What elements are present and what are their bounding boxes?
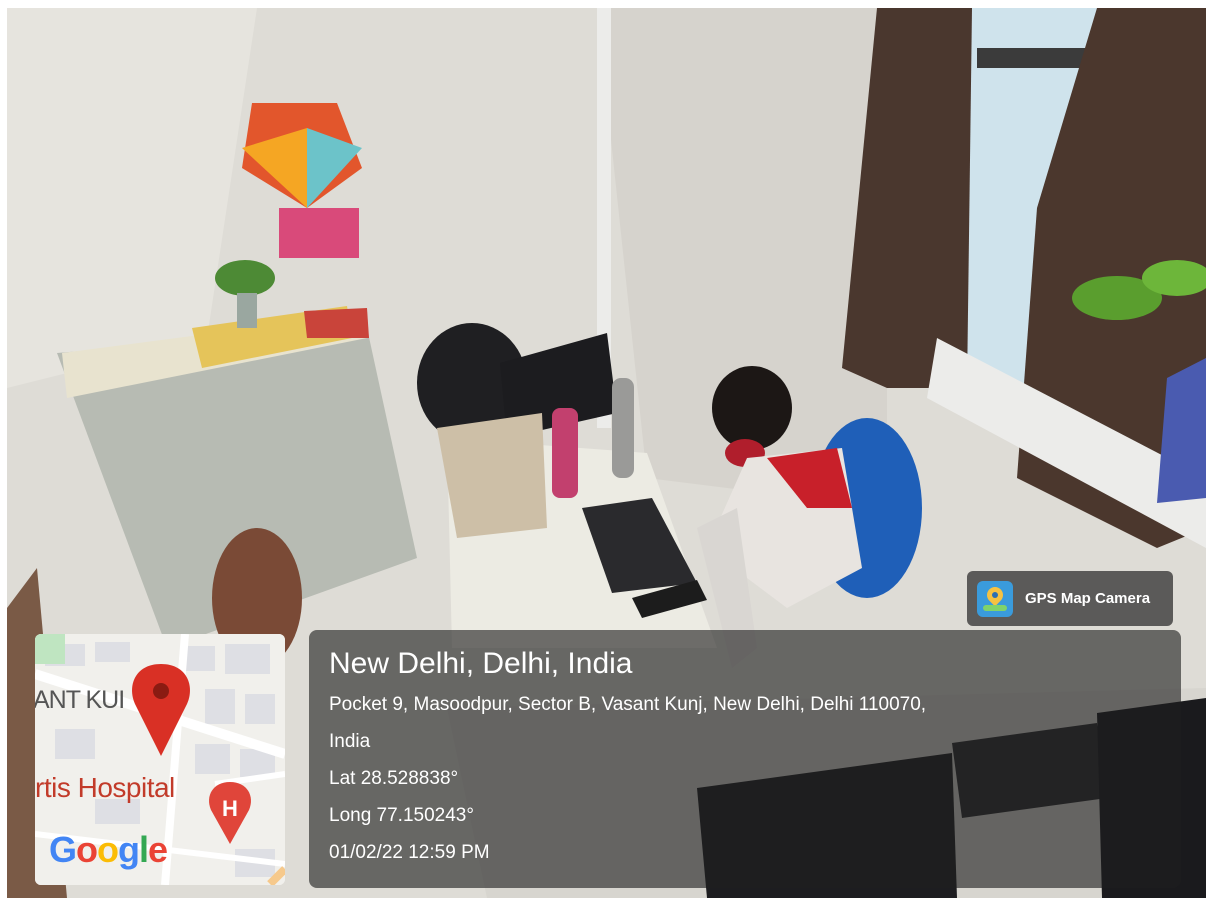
gps-map-camera-badge: GPS Map Camera — [967, 571, 1173, 626]
hospital-marker-letter: H — [222, 796, 238, 821]
address-line-2: India — [329, 731, 371, 752]
longitude: Long 77.150243° — [329, 805, 474, 826]
map-thumbnail: H ANT KUI rtis Hospital Google — [35, 634, 285, 885]
latitude: Lat 28.528838° — [329, 768, 459, 789]
location-info-panel: New Delhi, Delhi, India Pocket 9, Masood… — [309, 630, 1181, 888]
person — [712, 366, 792, 450]
address-line-1: Pocket 9, Masoodpur, Sector B, Vasant Ku… — [329, 694, 927, 715]
google-logo: Google — [49, 829, 168, 870]
map-area-label: ANT KUI — [35, 686, 125, 714]
city-title: New Delhi, Delhi, India — [329, 647, 633, 680]
timestamp: 01/02/22 12:59 PM — [329, 842, 490, 863]
app-badge-label: GPS Map Camera — [1025, 590, 1151, 607]
map-hospital-label: rtis Hospital — [35, 772, 175, 803]
gps-map-camera-icon — [977, 580, 1013, 617]
